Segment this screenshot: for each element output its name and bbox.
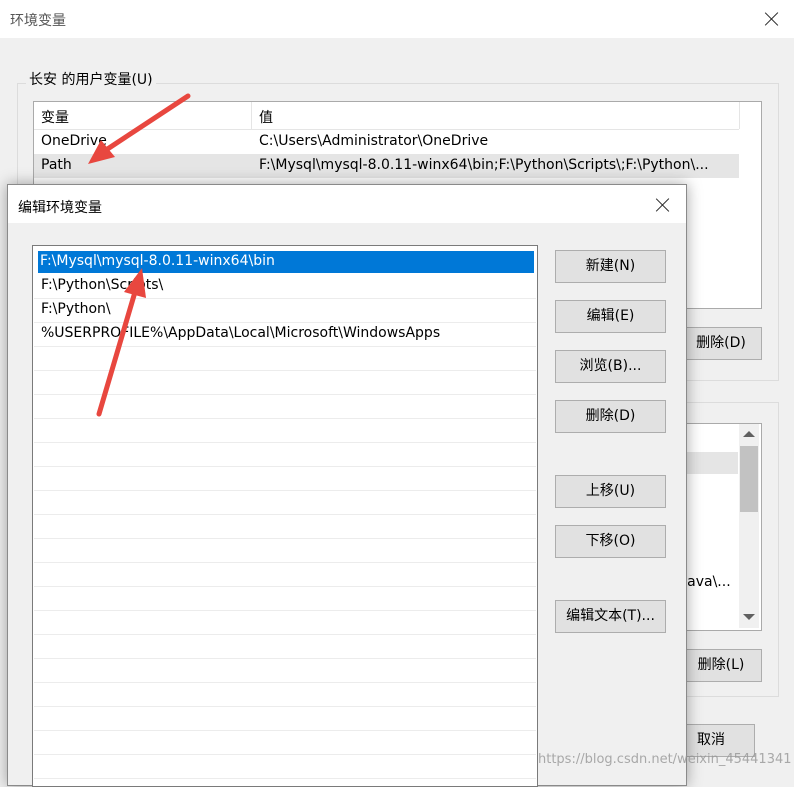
- arrow-to-path-row: [88, 93, 191, 164]
- arrow-to-path-entry: [96, 268, 146, 417]
- annotation-arrows: [88, 93, 191, 417]
- watermark: https://blog.csdn.net/weixin_45441341: [538, 752, 792, 767]
